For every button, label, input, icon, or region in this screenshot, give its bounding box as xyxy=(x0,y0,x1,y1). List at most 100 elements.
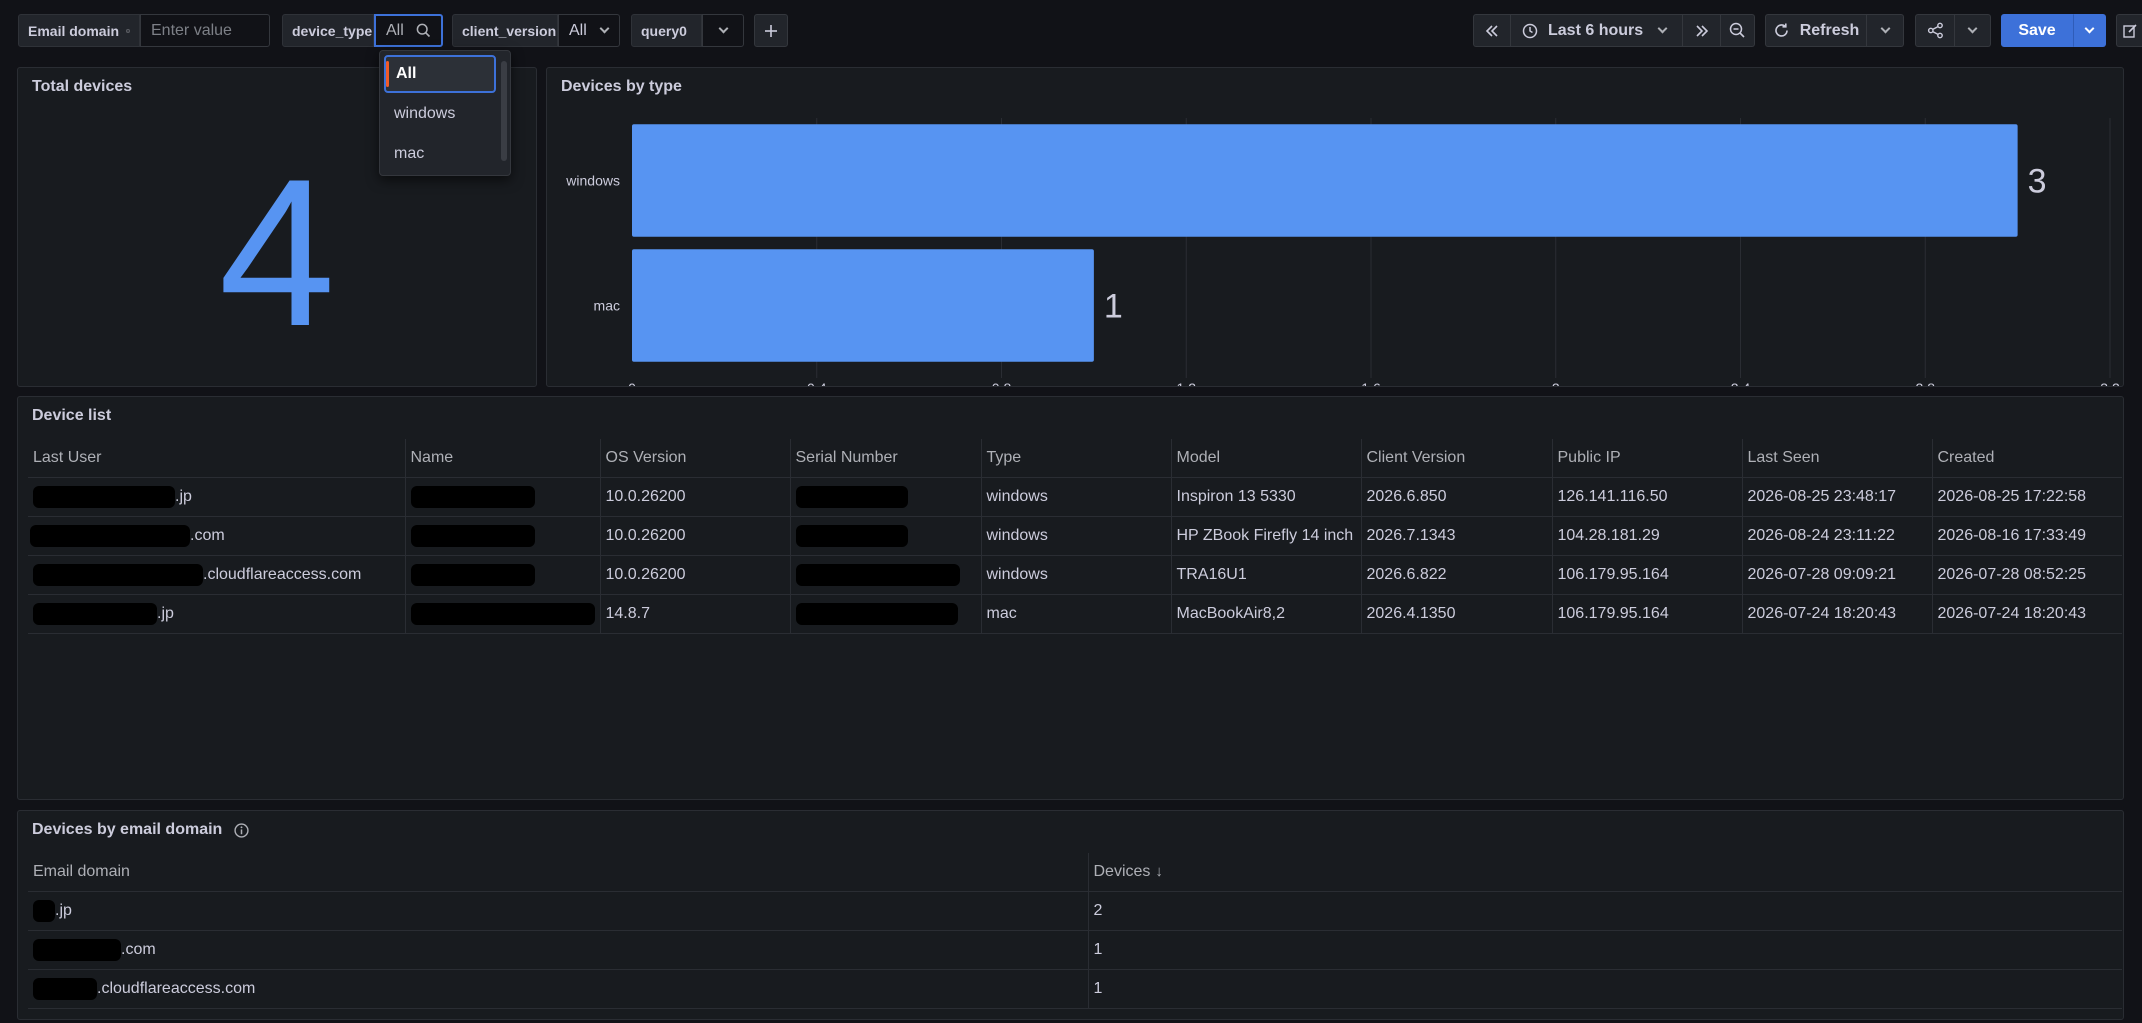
column-header-client-version[interactable]: Client Version xyxy=(1361,439,1553,478)
cell-name xyxy=(405,555,601,595)
zoom-out-button[interactable] xyxy=(1721,14,1755,47)
cell-model: TRA16U1 xyxy=(1171,555,1362,595)
cell-devices: 2 xyxy=(1088,891,2122,931)
cell-name xyxy=(405,477,601,517)
column-header-last-seen[interactable]: Last Seen xyxy=(1742,439,1933,478)
info-icon[interactable] xyxy=(126,24,130,38)
devices-by-type-chart: 0 0.4 0.8 1.2 1.6 2 2.4 2.8 3.2 windows 3 mac 1 xyxy=(565,118,2120,386)
total-devices-value: 4 xyxy=(218,135,336,370)
column-header-serial-number[interactable]: Serial Number xyxy=(790,439,982,478)
cell-client-version: 2026.6.850 xyxy=(1361,477,1553,517)
chevrons-right-icon xyxy=(1695,24,1708,37)
plus-icon xyxy=(765,24,777,37)
share-button[interactable] xyxy=(1915,14,1955,47)
redacted-block xyxy=(410,563,535,586)
column-header-devices-text: Devices xyxy=(1093,862,1151,880)
column-header-os-version[interactable]: OS Version xyxy=(600,439,791,478)
column-header-name[interactable]: Name xyxy=(405,439,601,478)
cell-last-seen: 2026-08-24 23:11:22 xyxy=(1742,516,1933,556)
x-tick-label: 0 xyxy=(628,380,636,386)
column-header-devices[interactable]: Devices ↓ xyxy=(1088,853,2122,892)
redacted-block xyxy=(33,485,175,508)
option-label: mac xyxy=(394,145,425,162)
column-header-email-domain[interactable]: Email domain xyxy=(28,853,1089,892)
category-label: windows xyxy=(565,173,620,189)
time-shift-back-button[interactable] xyxy=(1473,14,1511,47)
save-label: Save xyxy=(2018,21,2056,39)
x-tick-label: 2 xyxy=(1552,380,1560,386)
redacted-block xyxy=(410,602,595,625)
save-button[interactable]: Save xyxy=(2001,14,2073,47)
time-range-label: Last 6 hours xyxy=(1548,21,1644,39)
time-range-picker[interactable]: Last 6 hours xyxy=(1511,14,1683,47)
cell-last-user: .jp xyxy=(28,594,406,634)
cell-public-ip: 104.28.181.29 xyxy=(1552,516,1743,556)
client-version-label-text: client_version xyxy=(462,22,557,39)
cell-client-version: 2026.4.1350 xyxy=(1361,594,1553,634)
cell-email-domain: .jp xyxy=(28,891,1089,931)
domain-suffix: .com xyxy=(121,940,156,958)
add-variable-button[interactable] xyxy=(754,14,788,47)
cell-last-seen: 2026-07-24 18:20:43 xyxy=(1742,594,1933,634)
client-version-select[interactable]: All xyxy=(558,14,620,47)
dropdown-option-mac[interactable]: mac xyxy=(384,135,496,173)
column-header-created[interactable]: Created xyxy=(1932,439,2122,478)
cell-last-seen: 2026-08-25 23:48:17 xyxy=(1742,477,1933,517)
option-label: All xyxy=(396,65,417,82)
cell-serial-number xyxy=(790,594,982,634)
cell-os-version: 10.0.26200 xyxy=(600,477,791,517)
redacted-block xyxy=(795,524,908,547)
cell-type: windows xyxy=(981,555,1172,595)
table-row: .com 1 xyxy=(28,930,2122,970)
column-header-public-ip[interactable]: Public IP xyxy=(1552,439,1743,478)
panel-title-text: Devices by email domain xyxy=(32,821,223,838)
cell-type: mac xyxy=(981,594,1172,634)
option-label: windows xyxy=(394,105,456,122)
cell-name xyxy=(405,516,601,556)
edit-icon xyxy=(2122,23,2137,38)
column-header-type[interactable]: Type xyxy=(981,439,1172,478)
redacted-block xyxy=(33,563,203,586)
x-tick-label: 1.6 xyxy=(1361,380,1381,386)
column-header-model[interactable]: Model xyxy=(1171,439,1362,478)
redacted-block xyxy=(795,563,960,586)
cell-serial-number xyxy=(790,477,982,517)
time-shift-forward-button[interactable] xyxy=(1683,14,1721,47)
save-options-button[interactable] xyxy=(2073,14,2106,47)
dropdown-option-all[interactable]: All xyxy=(384,55,496,93)
redacted-block xyxy=(33,938,121,961)
refresh-interval-button[interactable] xyxy=(1867,14,1904,47)
redacted-block xyxy=(33,899,55,922)
client-version-label: client_version xyxy=(452,14,558,47)
email-domain-table: Email domain Devices ↓ .jp 2 .com 1 .clou… xyxy=(28,853,2122,1009)
bar-windows xyxy=(632,124,2018,237)
share-options-button[interactable] xyxy=(1955,14,1991,47)
device-type-label-text: device_type xyxy=(292,22,373,39)
cell-serial-number xyxy=(790,555,982,595)
panel-title: Total devices xyxy=(32,78,133,95)
chevron-down-icon xyxy=(1880,23,1890,34)
redacted-block xyxy=(33,977,97,1000)
devices-by-email-domain-panel: Devices by email domain Email domain Dev… xyxy=(17,810,2124,1020)
cell-email-domain: .com xyxy=(28,930,1089,970)
refresh-button[interactable]: Refresh xyxy=(1765,14,1867,47)
table-row: .com 10.0.26200 windows HP ZBook Firefly… xyxy=(28,516,2122,556)
chevrons-left-icon xyxy=(1485,24,1498,37)
dropdown-scrollbar[interactable] xyxy=(501,61,507,161)
email-domain-input[interactable]: Enter value xyxy=(140,14,270,47)
edit-button[interactable] xyxy=(2116,14,2142,47)
email-domain-placeholder: Enter value xyxy=(151,21,232,39)
cell-created: 2026-08-25 17:22:58 xyxy=(1932,477,2122,517)
device-type-select[interactable]: All xyxy=(374,14,443,47)
query0-select[interactable] xyxy=(702,14,744,47)
cell-devices: 1 xyxy=(1088,930,2122,970)
refresh-icon xyxy=(1774,23,1788,37)
column-header-last-user[interactable]: Last User xyxy=(28,439,406,478)
email-domain-label: Email domain xyxy=(18,14,140,47)
bar-mac xyxy=(632,249,1094,362)
redacted-block xyxy=(795,602,958,625)
redacted-block xyxy=(33,602,157,625)
info-icon[interactable] xyxy=(234,822,249,838)
dropdown-option-windows[interactable]: windows xyxy=(384,95,496,133)
domain-suffix: .jp xyxy=(55,901,72,919)
